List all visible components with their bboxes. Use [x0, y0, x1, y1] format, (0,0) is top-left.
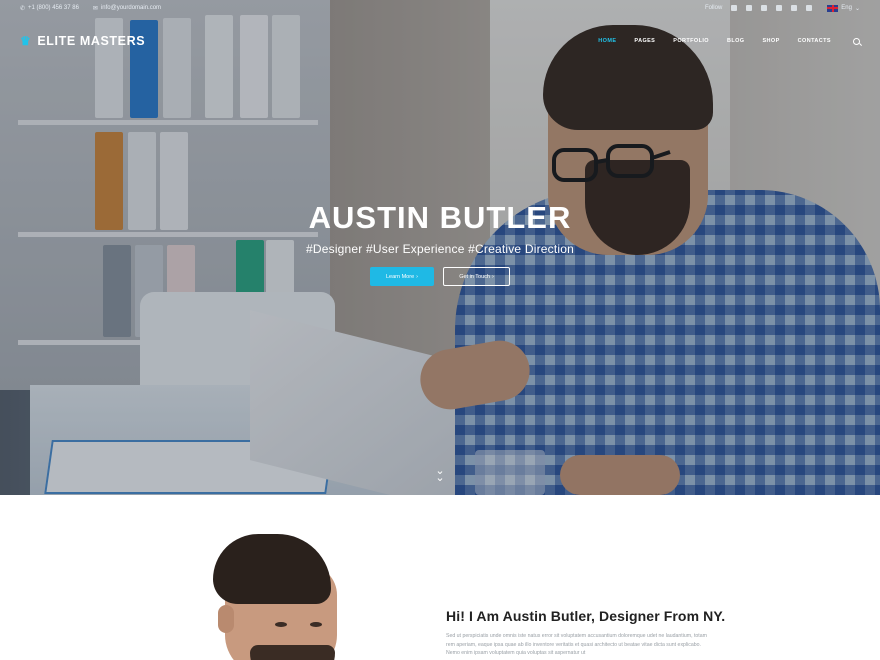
site-logo[interactable]: ♛ ELITE MASTERS	[20, 34, 145, 48]
email-contact[interactable]: ✉ info@yourdomain.com	[93, 5, 161, 12]
hero-section: ✆ +1 (800) 456 37 86 ✉ info@yourdomain.c…	[0, 0, 880, 495]
pinterest-icon[interactable]	[791, 5, 798, 11]
phone-number: +1 (800) 456 37 86	[28, 5, 79, 11]
portrait-ear	[218, 605, 234, 633]
about-paragraph: Sed ut perspiciatis unde omnis iste natu…	[446, 633, 707, 657]
scroll-down-icon[interactable]: ⌄ ⌄	[433, 466, 447, 484]
hero-buttons: Learn More › Get in Touch ›	[0, 267, 880, 286]
phone-contact[interactable]: ✆ +1 (800) 456 37 86	[20, 5, 79, 12]
google-plus-icon[interactable]	[776, 5, 783, 11]
about-title: Hi! I Am Austin Butler, Designer From NY…	[446, 608, 726, 624]
get-in-touch-button[interactable]: Get in Touch ›	[443, 267, 510, 286]
nav-item-shop[interactable]: SHOP	[762, 38, 779, 44]
hero-title: AUSTIN BUTLER	[308, 200, 572, 235]
arrow-right-icon: ›	[416, 273, 418, 280]
nav-menu: HOME PAGES PORTFOLIO BLOG SHOP CONTACTS	[598, 37, 860, 45]
about-portrait	[210, 530, 360, 660]
portrait-eye	[275, 622, 287, 627]
nav-item-contacts[interactable]: CONTACTS	[798, 38, 831, 44]
search-icon[interactable]	[853, 37, 860, 45]
chevron-down-icon: ⌄	[854, 5, 860, 12]
crown-logo-icon: ♛	[20, 34, 32, 48]
language-label: Eng	[841, 5, 852, 11]
main-navigation: ♛ ELITE MASTERS HOME PAGES PORTFOLIO BLO…	[0, 28, 880, 54]
follow-label: Follow	[704, 5, 723, 11]
nav-item-pages[interactable]: PAGES	[634, 38, 655, 44]
email-address: info@yourdomain.com	[100, 5, 162, 11]
arrow-right-icon: ›	[491, 273, 494, 280]
language-selector[interactable]: Eng ⌄	[827, 4, 860, 12]
uk-flag-icon	[827, 4, 839, 12]
facebook-icon[interactable]	[731, 5, 738, 11]
hero-tags: #Designer #User Experience #Creative Dir…	[306, 242, 574, 256]
learn-more-button[interactable]: Learn More ›	[370, 267, 434, 286]
portrait-hair	[213, 534, 331, 604]
mail-icon: ✉	[92, 5, 98, 12]
top-bar: ✆ +1 (800) 456 37 86 ✉ info@yourdomain.c…	[0, 0, 880, 16]
portrait-eye	[310, 622, 322, 627]
linkedin-icon[interactable]	[806, 5, 813, 11]
instagram-icon[interactable]	[761, 5, 768, 11]
twitter-icon[interactable]	[746, 5, 753, 11]
nav-item-blog[interactable]: BLOG	[727, 38, 745, 44]
logo-text: ELITE MASTERS	[37, 34, 146, 48]
portrait-beard	[250, 645, 335, 660]
learn-more-label: Learn More	[386, 273, 415, 280]
phone-icon: ✆	[20, 5, 26, 12]
get-in-touch-label: Get in Touch	[459, 273, 490, 280]
nav-item-portfolio[interactable]: PORTFOLIO	[673, 38, 709, 44]
nav-item-home[interactable]: HOME	[598, 38, 616, 44]
